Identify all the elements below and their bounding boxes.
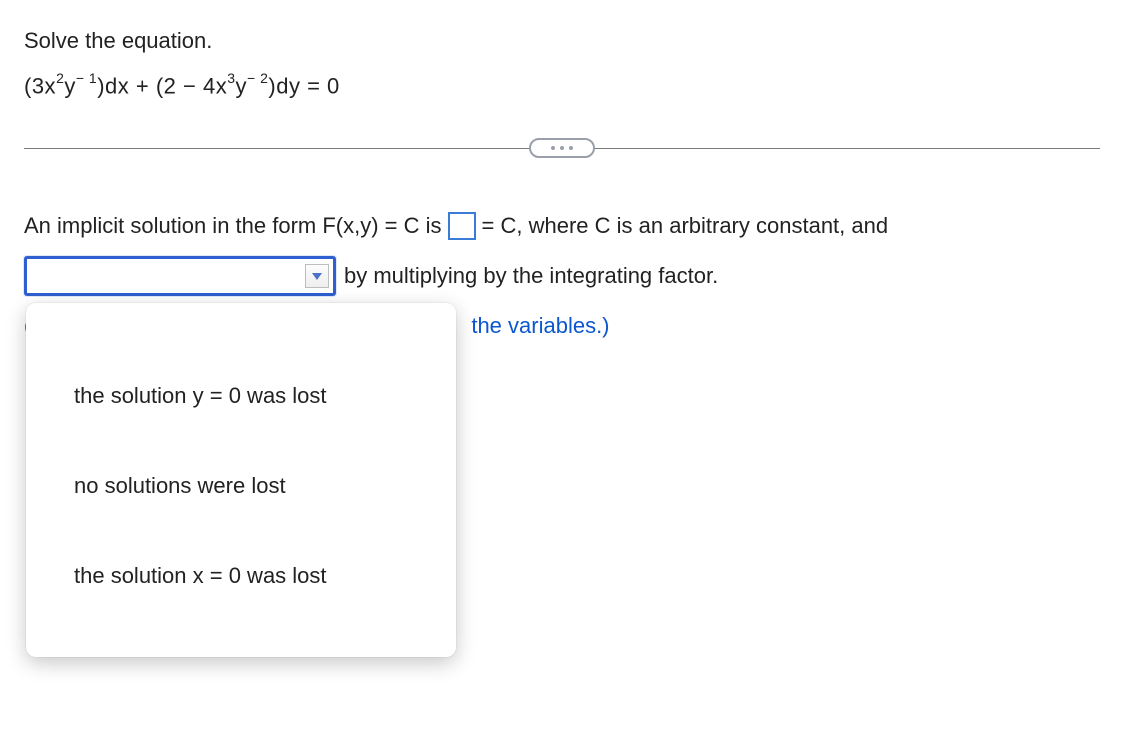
lost-solution-dropdown[interactable] <box>24 256 336 296</box>
dot-icon <box>560 146 564 150</box>
dropdown-option[interactable]: the solution x = 0 was lost <box>26 531 456 621</box>
equation: (3x2y− 1)dx + (2 − 4x3y− 2)dy = 0 <box>24 72 1100 99</box>
dropdown-value <box>35 259 305 293</box>
section-divider <box>24 137 1100 159</box>
question-prompt: Solve the equation. <box>24 28 1100 54</box>
dot-icon <box>551 146 555 150</box>
chevron-down-icon <box>305 264 329 288</box>
dropdown-menu: the solution y = 0 was lost no solutions… <box>26 303 456 656</box>
hint-text: the variables.) <box>471 305 609 347</box>
answer-area: An implicit solution in the form F(x,y) … <box>24 205 1100 346</box>
dot-icon <box>569 146 573 150</box>
answer-text: = C, where C is an arbitrary constant, a… <box>482 205 889 247</box>
expand-pill[interactable] <box>529 138 595 158</box>
answer-line-1: An implicit solution in the form F(x,y) … <box>24 205 1100 247</box>
answer-blank-input[interactable] <box>448 212 476 240</box>
answer-text: by multiplying by the integrating factor… <box>344 255 718 297</box>
answer-line-2: by multiplying by the integrating factor… <box>24 255 1100 297</box>
dropdown-option[interactable]: no solutions were lost <box>26 441 456 531</box>
dropdown-option[interactable]: the solution y = 0 was lost <box>26 351 456 441</box>
answer-text: An implicit solution in the form F(x,y) … <box>24 205 442 247</box>
